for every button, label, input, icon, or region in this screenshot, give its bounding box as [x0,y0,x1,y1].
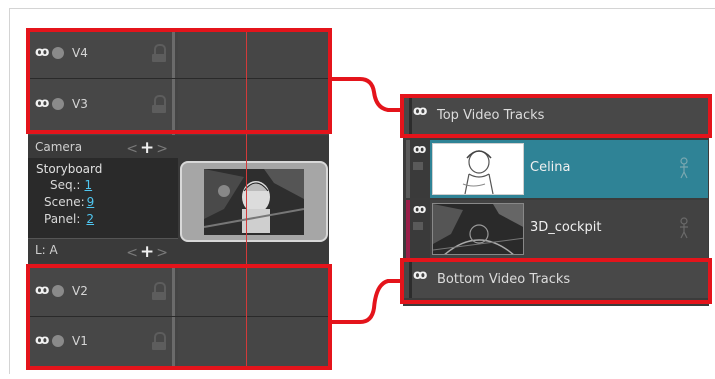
layer-controls: ꝏ [406,140,430,198]
layer-color-bar [406,140,410,198]
next-icon[interactable]: > [156,245,170,261]
layer-main[interactable]: 3D_cockpit [430,200,708,258]
layer-controls: ꝏ [406,200,430,258]
layer-thumbnail [432,203,524,255]
lock-icon[interactable] [413,222,423,230]
eye-icon[interactable]: ꝏ [413,202,426,216]
layer-name: 3D_cockpit [530,220,602,235]
previous-icon[interactable]: < [126,245,140,261]
storyboard-clip[interactable] [180,161,328,242]
top-tracks-highlight [26,28,332,134]
panel-line: Panel: 2 [44,212,94,226]
scene-link[interactable]: 9 [87,195,95,209]
layer-color-bar [406,200,410,258]
panel-link[interactable]: 2 [86,212,94,226]
person-icon[interactable] [678,157,690,179]
top-group-highlight [400,94,712,138]
layer-track-header[interactable]: L: A <+> [28,238,178,263]
camera-track-header[interactable]: Camera <+> [28,136,178,159]
storyboard-clip-lane[interactable] [178,158,329,262]
layer-row-3d-cockpit[interactable]: ꝏ 3D_cockpit [406,200,708,258]
lock-icon[interactable] [413,162,423,170]
layer-label: L: A [35,243,58,257]
eye-icon[interactable]: ꝏ [413,142,426,156]
character-thumbnail-icon [433,144,523,194]
seq-line: Seq.: 1 [50,178,92,192]
add-icon[interactable]: + [140,138,156,158]
add-icon[interactable]: + [140,242,156,262]
scene-line: Scene: 9 [44,195,94,209]
storyboard-info: Storyboard Seq.: 1 Scene: 9 Panel: 2 [28,158,178,238]
layer-main[interactable]: Celina [430,140,708,198]
camera-label: Camera [35,140,83,154]
previous-icon[interactable]: < [126,141,140,157]
panel-label: Panel: [44,212,81,226]
layer-nav: <+> [126,242,170,262]
layer-thumbnail [432,143,524,195]
seq-label: Seq.: [50,178,81,192]
next-icon[interactable]: > [156,141,170,157]
scene-label: Scene: [44,195,85,209]
storyboard-title: Storyboard [36,162,103,176]
clip-thumbnail-icon [204,169,304,235]
layer-row-celina[interactable]: ꝏ Celina [406,140,708,198]
camera-lane[interactable] [178,136,329,158]
bottom-tracks-highlight [26,264,332,370]
cockpit-thumbnail-icon [433,204,523,254]
layer-name: Celina [530,160,571,175]
bottom-group-highlight [400,258,712,304]
person-icon[interactable] [678,217,690,239]
camera-nav: <+> [126,138,170,158]
seq-link[interactable]: 1 [84,178,92,192]
